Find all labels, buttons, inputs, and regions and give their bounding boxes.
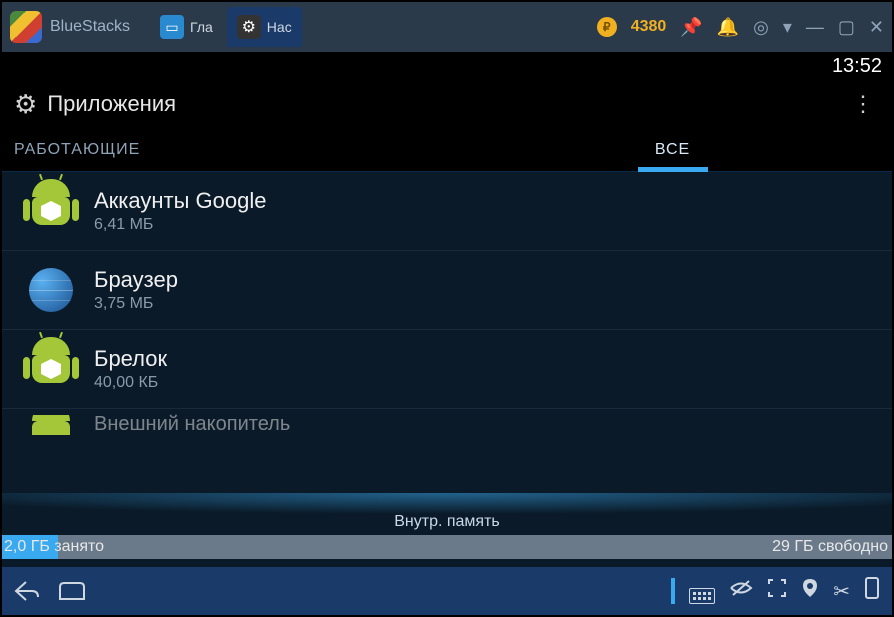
back-icon: [14, 580, 40, 602]
settings-gear-icon: ⚙: [14, 89, 37, 120]
tab-settings[interactable]: ⚙ Нас: [227, 7, 302, 47]
coin-count: 4380: [631, 18, 667, 36]
indicator-icon[interactable]: [671, 580, 675, 603]
minimize-icon[interactable]: —: [806, 17, 824, 38]
tab-label: Гла: [190, 19, 213, 35]
app-name: Аккаунты Google: [94, 188, 267, 214]
nav-bar: ✂: [2, 567, 892, 615]
storage-used-text: 2,0 ГБ занято: [2, 538, 104, 556]
android-app-icon: [26, 344, 76, 394]
titlebar: BlueStacks ▭ Гла ⚙ Нас ₽ 4380 📌 🔔 ◎ ▾ — …: [2, 2, 892, 52]
home-tab-icon: ▭: [160, 15, 184, 39]
status-bar: 13:52: [2, 52, 892, 80]
back-button[interactable]: [14, 580, 40, 602]
android-app-icon: [26, 415, 76, 435]
location-icon[interactable]: [801, 577, 819, 605]
tab-label: ВСЕ: [655, 141, 690, 159]
home-icon: [58, 581, 86, 601]
titlebar-right: ₽ 4380 📌 🔔 ◎ ▾ — ▢ ✕: [597, 17, 884, 38]
tab-all[interactable]: ВСЕ: [453, 128, 892, 171]
fullscreen-icon[interactable]: [767, 578, 787, 604]
app-window: BlueStacks ▭ Гла ⚙ Нас ₽ 4380 📌 🔔 ◎ ▾ — …: [0, 0, 894, 617]
app-row[interactable]: Аккаунты Google 6,41 МБ: [2, 172, 892, 251]
app-row[interactable]: Браузер 3,75 МБ: [2, 251, 892, 330]
bell-icon[interactable]: 🔔: [717, 17, 739, 38]
home-button[interactable]: [58, 580, 86, 602]
apps-tabs: РАБОТАЮЩИЕ ВСЕ: [2, 128, 892, 172]
app-title: BlueStacks: [50, 18, 130, 36]
target-icon[interactable]: ◎: [753, 17, 769, 38]
overflow-menu-icon[interactable]: ⋮: [846, 91, 880, 117]
storage-section: Внутр. память 2,0 ГБ занято 29 ГБ свобод…: [2, 511, 892, 567]
app-name: Браузер: [94, 267, 178, 293]
bluestacks-logo-icon: [10, 11, 42, 43]
action-bar: ⚙ Приложения ⋮: [2, 80, 892, 128]
app-size: 6,41 МБ: [94, 216, 267, 234]
storage-label: Внутр. память: [2, 511, 892, 531]
tab-working[interactable]: РАБОТАЮЩИЕ: [2, 128, 453, 171]
app-list[interactable]: Аккаунты Google 6,41 МБ Браузер 3,75 МБ: [2, 172, 892, 511]
tab-home[interactable]: ▭ Гла: [150, 7, 223, 47]
status-time: 13:52: [832, 55, 882, 78]
close-icon[interactable]: ✕: [869, 17, 884, 38]
tab-label: РАБОТАЮЩИЕ: [14, 141, 140, 159]
scissors-icon[interactable]: ✂: [833, 579, 850, 604]
app-row[interactable]: Брелок 40,00 КБ: [2, 330, 892, 409]
caret-down-icon[interactable]: ▾: [783, 17, 792, 38]
keyboard-icon[interactable]: [689, 578, 715, 604]
app-row[interactable]: Внешний накопитель: [2, 409, 892, 437]
tab-label: Нас: [267, 19, 292, 35]
app-size: 3,75 МБ: [94, 295, 178, 313]
app-name: Брелок: [94, 346, 167, 372]
coin-icon: ₽: [597, 17, 617, 37]
device-icon[interactable]: [864, 576, 880, 606]
gear-tab-icon: ⚙: [237, 15, 261, 39]
storage-free-text: 29 ГБ свободно: [772, 538, 888, 556]
storage-meter: 2,0 ГБ занято 29 ГБ свободно: [2, 535, 892, 559]
globe-icon: [29, 268, 73, 312]
visibility-off-icon[interactable]: [729, 579, 753, 603]
maximize-icon[interactable]: ▢: [838, 17, 855, 38]
app-name: Внешний накопитель: [94, 413, 290, 436]
browser-app-icon: [26, 265, 76, 315]
android-screen: 13:52 ⚙ Приложения ⋮ РАБОТАЮЩИЕ ВСЕ Акка…: [2, 52, 892, 567]
app-size: 40,00 КБ: [94, 374, 167, 392]
android-app-icon: [26, 186, 76, 236]
page-title: Приложения: [47, 91, 846, 117]
pin-icon[interactable]: 📌: [680, 17, 702, 38]
